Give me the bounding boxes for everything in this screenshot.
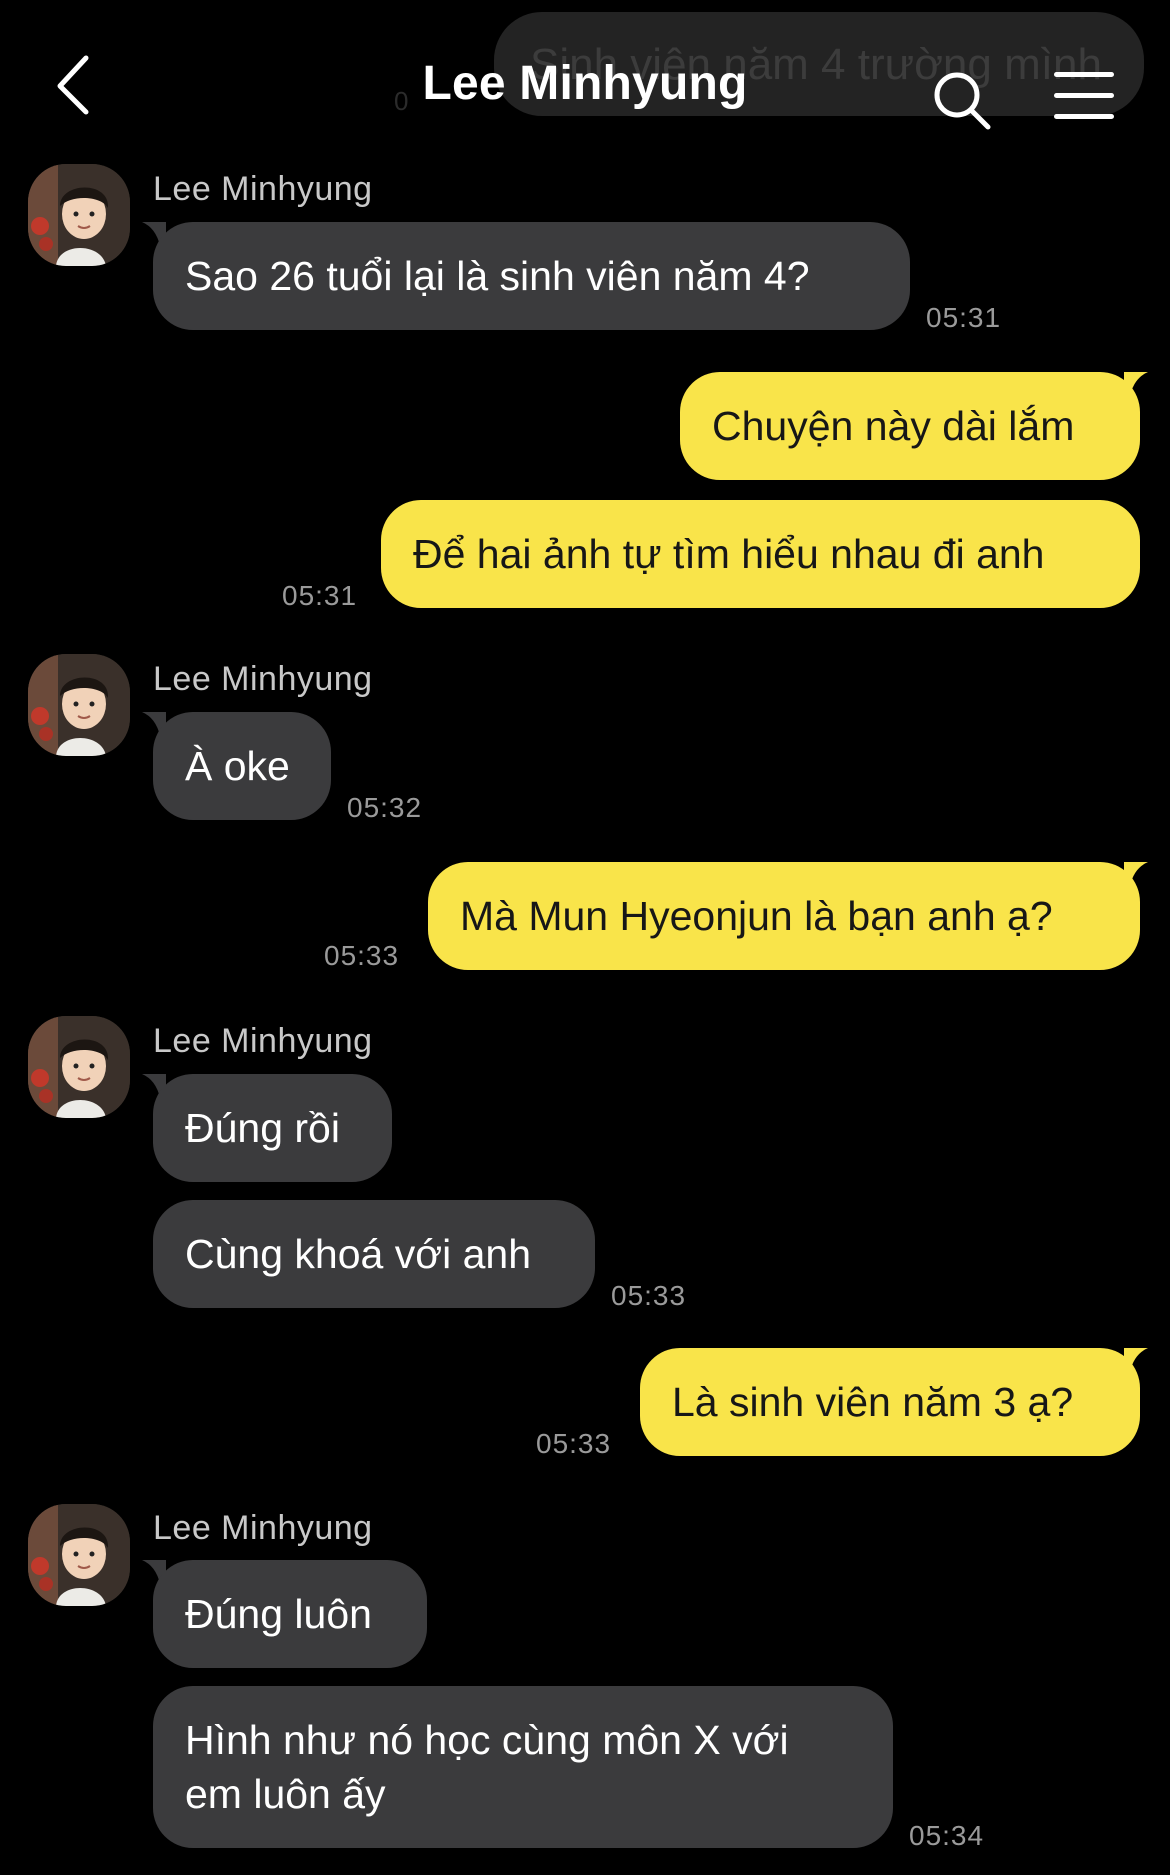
hamburger-menu-icon xyxy=(1054,72,1114,77)
message-text: Đúng luôn xyxy=(185,1591,372,1637)
message-time: 05:33 xyxy=(324,940,400,971)
message-time: 05:33 xyxy=(536,1428,612,1459)
message-text: Cùng khoá với anh xyxy=(185,1231,531,1277)
outgoing-message[interactable]: Để hai ảnh tự tìm hiểu nhau đi anh xyxy=(381,500,1140,608)
avatar[interactable] xyxy=(28,1504,130,1606)
sender-name: Lee Minhyung xyxy=(153,170,373,208)
incoming-message[interactable]: Đúng luôn xyxy=(153,1560,427,1668)
bubble-tail xyxy=(1124,1348,1148,1372)
hamburger-menu-icon-bar xyxy=(1054,93,1114,98)
chat-title: Lee Minhyung xyxy=(422,57,748,110)
outgoing-message[interactable]: Là sinh viên năm 3 ạ? xyxy=(640,1348,1140,1456)
message-text-line-1: Hình như nó học cùng môn X với xyxy=(185,1717,789,1763)
search-icon xyxy=(934,72,991,130)
message-time: 05:31 xyxy=(926,302,1002,333)
incoming-message[interactable]: Đúng rồi xyxy=(153,1074,392,1182)
avatar[interactable] xyxy=(28,654,130,756)
message-text: Chuyện này dài lắm xyxy=(712,403,1075,449)
user-avatar-image xyxy=(28,164,130,266)
avatar[interactable] xyxy=(28,1016,130,1118)
menu-button[interactable] xyxy=(1052,70,1118,122)
incoming-message[interactable]: Sao 26 tuổi lại là sinh viên năm 4? xyxy=(153,222,910,330)
incoming-message[interactable]: Hình như nó học cùng môn X với em luôn ấ… xyxy=(153,1686,893,1848)
avatar[interactable] xyxy=(28,164,130,266)
sender-name: Lee Minhyung xyxy=(153,1509,373,1547)
message-text-line-2: em luôn ấy xyxy=(185,1771,386,1817)
message-text: À oke xyxy=(185,743,290,789)
message-time: 05:34 xyxy=(909,1820,985,1851)
sender-name: Lee Minhyung xyxy=(153,660,373,698)
outgoing-message[interactable]: Mà Mun Hyeonjun là bạn anh ạ? xyxy=(428,862,1140,970)
message-text: Sao 26 tuổi lại là sinh viên năm 4? xyxy=(185,253,810,299)
incoming-message[interactable]: Cùng khoá với anh xyxy=(153,1200,595,1308)
user-avatar-image xyxy=(28,1504,130,1606)
user-avatar-image xyxy=(28,654,130,756)
search-button[interactable] xyxy=(930,68,996,134)
back-button[interactable] xyxy=(48,50,108,120)
user-avatar-image xyxy=(28,1016,130,1118)
message-time: 05:32 xyxy=(347,792,423,823)
message-text: Để hai ảnh tự tìm hiểu nhau đi anh xyxy=(413,531,1045,577)
bubble-tail xyxy=(1124,372,1148,396)
chat-header: Sinh viên năm 4 trường mình 0 Lee Minhyu… xyxy=(0,0,1170,160)
hamburger-menu-icon-bar xyxy=(1054,114,1114,119)
bubble-tail xyxy=(1124,862,1148,886)
message-text: Mà Mun Hyeonjun là bạn anh ạ? xyxy=(460,893,1053,939)
message-time: 05:33 xyxy=(611,1280,687,1311)
sender-name: Lee Minhyung xyxy=(153,1022,373,1060)
outgoing-message[interactable]: Chuyện này dài lắm xyxy=(680,372,1140,480)
message-text: Là sinh viên năm 3 ạ? xyxy=(672,1379,1074,1425)
incoming-message[interactable]: À oke xyxy=(153,712,331,820)
chevron-left-icon xyxy=(57,55,89,115)
message-text: Đúng rồi xyxy=(185,1105,340,1151)
message-time: 05:31 xyxy=(282,580,358,611)
